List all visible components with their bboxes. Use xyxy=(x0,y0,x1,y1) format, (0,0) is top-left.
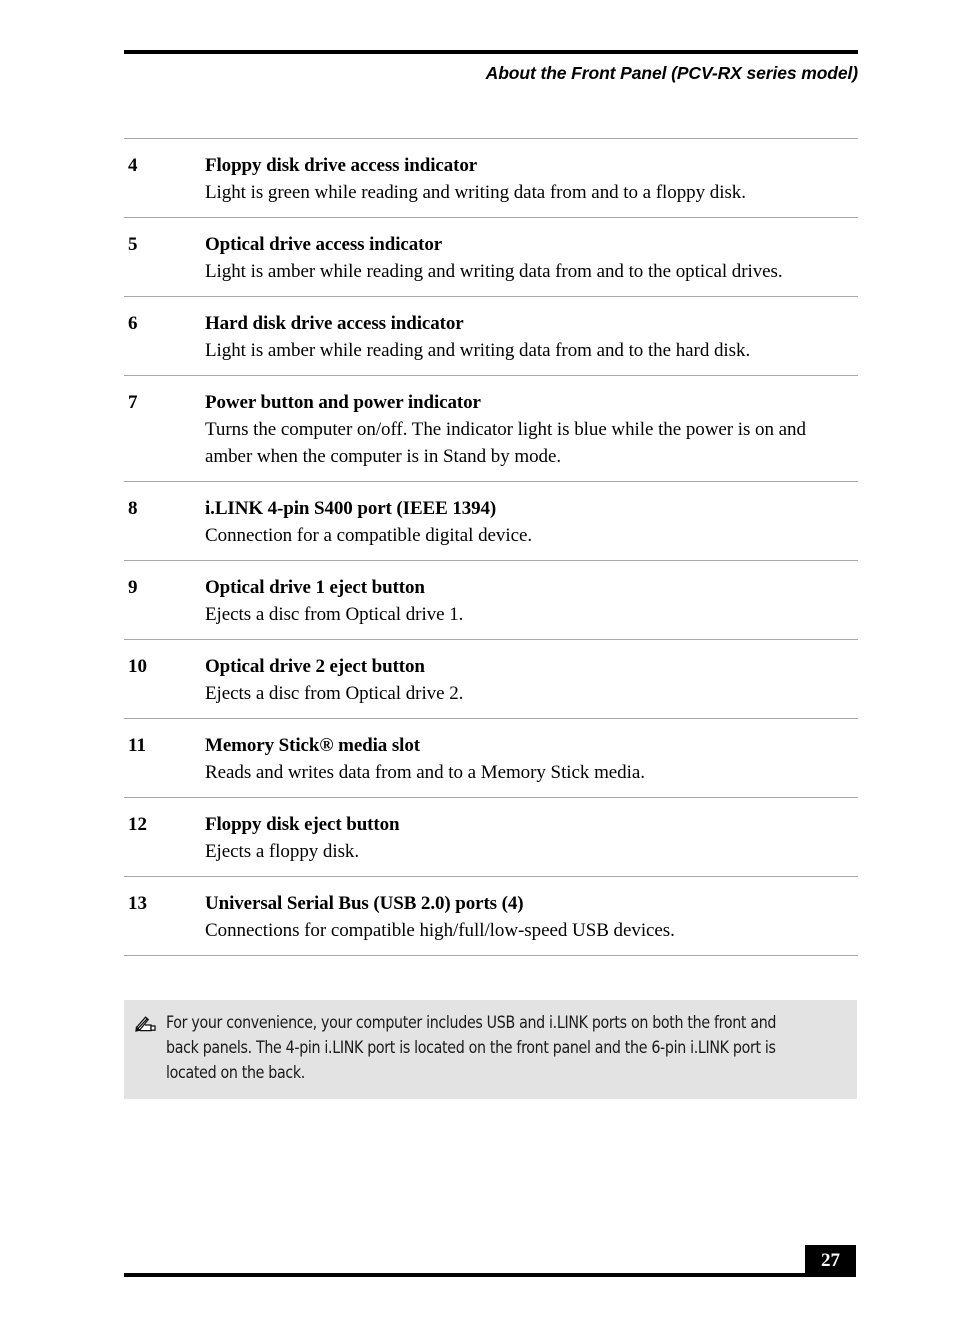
table-row: 6 Hard disk drive access indicator Light i… xyxy=(124,296,858,375)
row-title: Optical drive access indicator xyxy=(205,234,443,255)
row-body: Universal Serial Bus (USB 2.0) ports (4)… xyxy=(205,891,858,944)
row-title: Power button and power indicator xyxy=(205,392,481,413)
row-title: Floppy disk drive access indicator xyxy=(205,155,478,176)
row-body: Floppy disk eject button Ejects a floppy … xyxy=(205,812,858,865)
row-description: Ejects a disc from Optical drive 2. xyxy=(205,683,464,704)
row-number: 11 xyxy=(128,735,146,756)
row-title: Universal Serial Bus (USB 2.0) ports (4) xyxy=(205,893,524,914)
row-body: Optical drive access indicator Light is a… xyxy=(205,232,858,285)
row-description: Ejects a disc from Optical drive 1. xyxy=(205,604,464,625)
page-number-badge: 27 xyxy=(805,1245,856,1277)
row-number: 10 xyxy=(128,656,147,677)
row-number: 5 xyxy=(128,234,138,255)
front-panel-callout-table: 4 Floppy disk drive access indicator Light… xyxy=(124,138,858,956)
row-description: Turns the computer on/off. The indicator… xyxy=(205,419,806,467)
row-title: Optical drive 2 eject button xyxy=(205,656,425,677)
page-header: About the Front Panel (PCV-RX series mod… xyxy=(124,50,858,84)
row-description: Ejects a floppy disk. xyxy=(205,841,360,862)
row-body: Hard disk drive access indicator Light is… xyxy=(205,311,858,364)
row-description: Connection for a compatible digital devi… xyxy=(205,525,533,546)
table-row: 4 Floppy disk drive access indicator Light… xyxy=(124,138,858,217)
note-callout: For your convenience, your computer incl… xyxy=(124,1000,857,1099)
row-number: 4 xyxy=(128,155,138,176)
document-page: About the Front Panel (PCV-RX series mod… xyxy=(0,0,954,1340)
row-body: Floppy disk drive access indicator Light … xyxy=(205,153,858,206)
row-number: 8 xyxy=(128,498,138,519)
table-row: 5 Optical drive access indicator Light is … xyxy=(124,217,858,296)
table-row: 12 Floppy disk eject button Ejects a flopp… xyxy=(124,797,858,876)
page-header-title: About the Front Panel (PCV-RX series mod… xyxy=(485,63,858,83)
table-bottom-rule xyxy=(124,955,858,956)
table-row: 9 Optical drive 1 eject button Ejects a di… xyxy=(124,560,858,639)
row-title: i.LINK 4-pin S400 port (IEEE 1394) xyxy=(205,498,497,519)
row-description: Light is green while reading and writing… xyxy=(205,182,746,203)
row-body: i.LINK 4-pin S400 port (IEEE 1394) Connec… xyxy=(205,496,858,549)
row-body: Optical drive 2 eject button Ejects a dis… xyxy=(205,654,858,707)
row-number: 9 xyxy=(128,577,138,598)
row-body: Power button and power indicator Turns th… xyxy=(205,390,858,470)
row-title: Hard disk drive access indicator xyxy=(205,313,464,334)
row-description: Connections for compatible high/full/low… xyxy=(205,920,675,941)
page-footer: 27 xyxy=(124,1243,858,1303)
header-divider-rule xyxy=(124,50,858,54)
row-title: Floppy disk eject button xyxy=(205,814,400,835)
row-body: Memory Stick® media slot Reads and writes… xyxy=(205,733,858,786)
row-body: Optical drive 1 eject button Ejects a dis… xyxy=(205,575,858,628)
row-title: Optical drive 1 eject button xyxy=(205,577,425,598)
row-number: 6 xyxy=(128,313,138,334)
row-description: Light is amber while reading and writing… xyxy=(205,261,783,282)
row-number: 7 xyxy=(128,392,138,413)
row-description: Reads and writes data from and to a Memo… xyxy=(205,762,645,783)
table-row: 8 i.LINK 4-pin S400 port (IEEE 1394) Conne… xyxy=(124,481,858,560)
table-row: 10 Optical drive 2 eject button Ejects a d… xyxy=(124,639,858,718)
table-row: 11 Memory Stick® media slot Reads and writ… xyxy=(124,718,858,797)
table-row: 7 Power button and power indicator Turns t… xyxy=(124,375,858,481)
row-title: Memory Stick® media slot xyxy=(205,735,420,756)
footer-divider-rule xyxy=(124,1273,806,1277)
row-description: Light is amber while reading and writing… xyxy=(205,340,751,361)
note-text: For your convenience, your computer incl… xyxy=(166,1013,777,1083)
note-pencil-hand-icon xyxy=(134,1014,160,1036)
row-number: 12 xyxy=(128,814,147,835)
table-row: 13 Universal Serial Bus (USB 2.0) ports (… xyxy=(124,876,858,955)
row-number: 13 xyxy=(128,893,147,914)
